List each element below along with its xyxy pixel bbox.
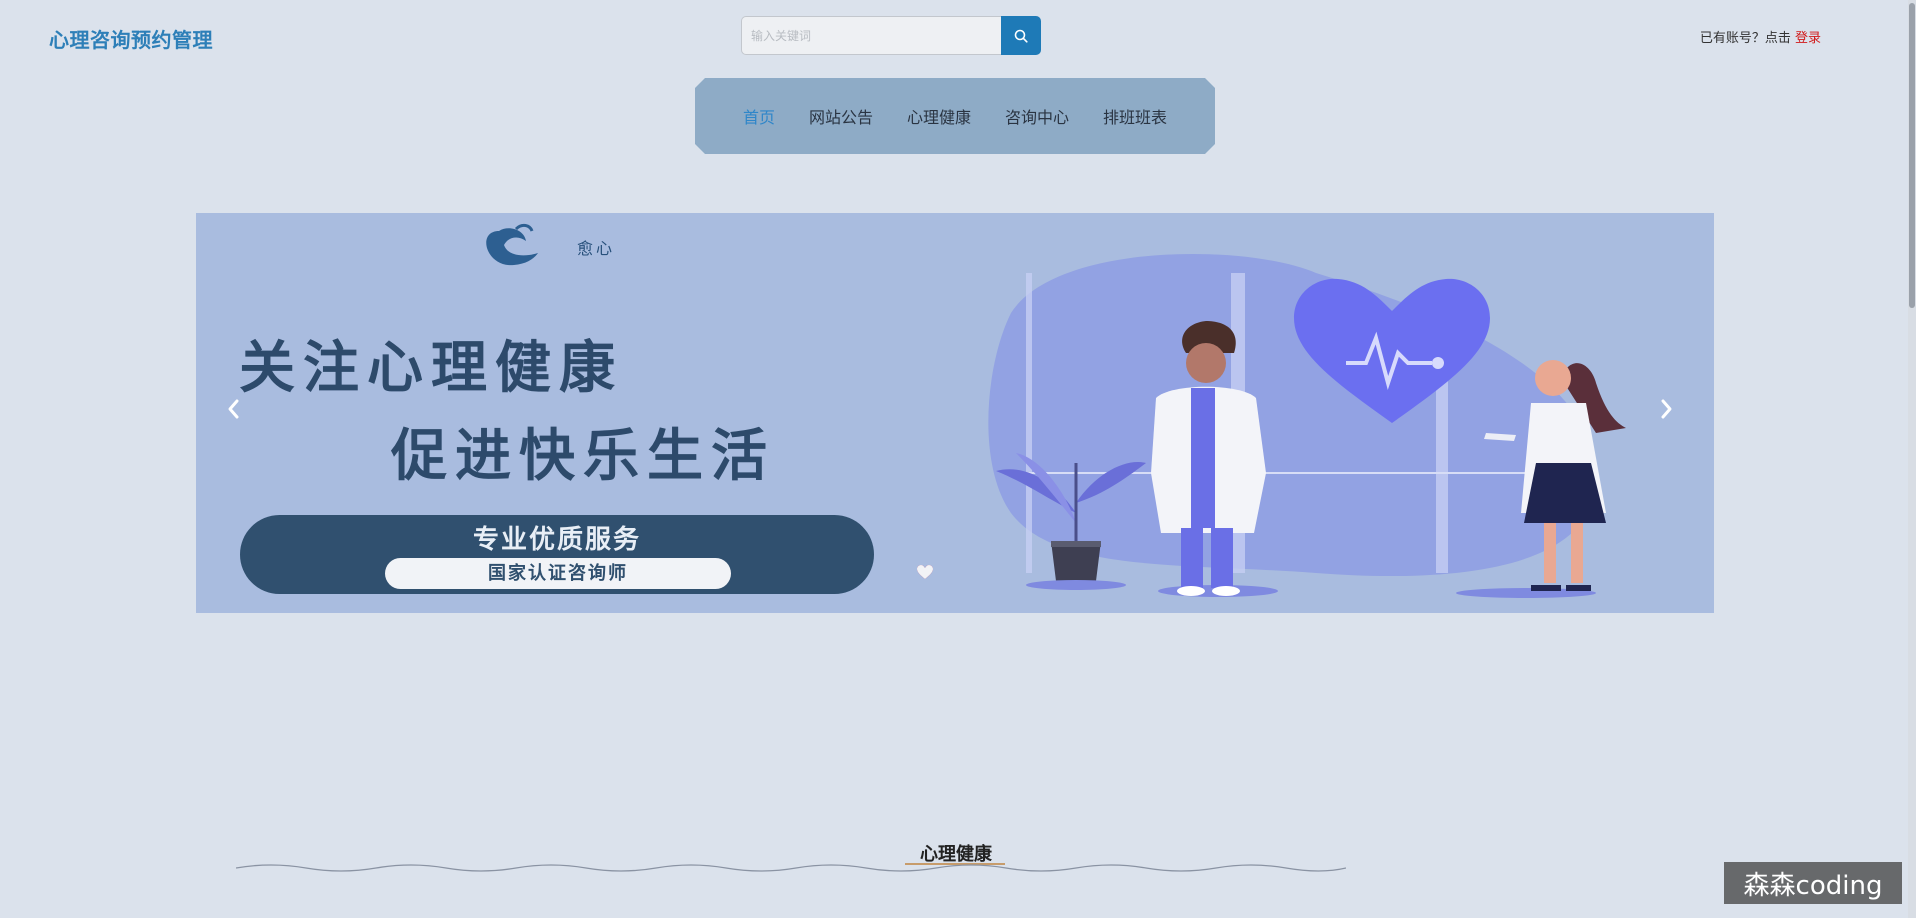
page-scrollbar[interactable] — [1908, 0, 1916, 918]
banner-pill-title: 专业优质服务 — [472, 525, 641, 555]
login-prompt: 已有账号？点击 登录 — [1700, 27, 1821, 46]
main-nav: 首页 网站公告 心理健康 咨询中心 排班班表 — [695, 78, 1215, 154]
site-title[interactable]: 心理咨询预约管理 — [49, 24, 213, 53]
watermark: 森森coding — [1724, 862, 1902, 904]
page: 心理咨询预约管理 已有账号？点击 登录 首页 网站公告 心理健康 咨询中心 排班… — [0, 0, 1916, 918]
nav-item-home[interactable]: 首页 — [726, 104, 792, 128]
nav-item-mental-health[interactable]: 心理健康 — [890, 104, 988, 128]
chevron-left-icon — [228, 399, 239, 419]
nav-item-announcements[interactable]: 网站公告 — [792, 104, 890, 128]
search-bar — [741, 16, 1041, 55]
nav-item-schedule[interactable]: 排班班表 — [1086, 104, 1184, 128]
carousel-banner[interactable]: 愈心 关注心理健康 促进快乐生活 专业优质服务 国家认证咨询师 — [196, 213, 1714, 613]
login-link[interactable]: 登录 — [1795, 31, 1821, 46]
banner-pill-subtitle: 国家认证咨询师 — [385, 558, 731, 589]
banner-logo-text: 愈心 — [577, 239, 616, 258]
scrollbar-thumb[interactable] — [1909, 3, 1915, 308]
carousel-prev-button[interactable] — [226, 398, 250, 428]
banner-headline-2: 促进快乐生活 — [391, 424, 775, 489]
banner-headline-1: 关注心理健康 — [239, 336, 623, 401]
search-button[interactable] — [1001, 16, 1041, 55]
wave-divider — [236, 864, 1346, 872]
chevron-right-icon — [1661, 399, 1672, 419]
banner-service-pill: 专业优质服务 国家认证咨询师 — [240, 515, 874, 594]
nav-item-consult-center[interactable]: 咨询中心 — [988, 104, 1086, 128]
login-prompt-text: 已有账号？点击 — [1699, 31, 1791, 46]
dolphin-logo — [486, 223, 538, 266]
search-input[interactable] — [741, 16, 1001, 55]
heart-icon[interactable] — [916, 564, 934, 580]
carousel-next-button[interactable] — [1660, 398, 1684, 428]
search-icon — [1014, 29, 1028, 43]
carousel-dot-3 — [917, 565, 933, 579]
